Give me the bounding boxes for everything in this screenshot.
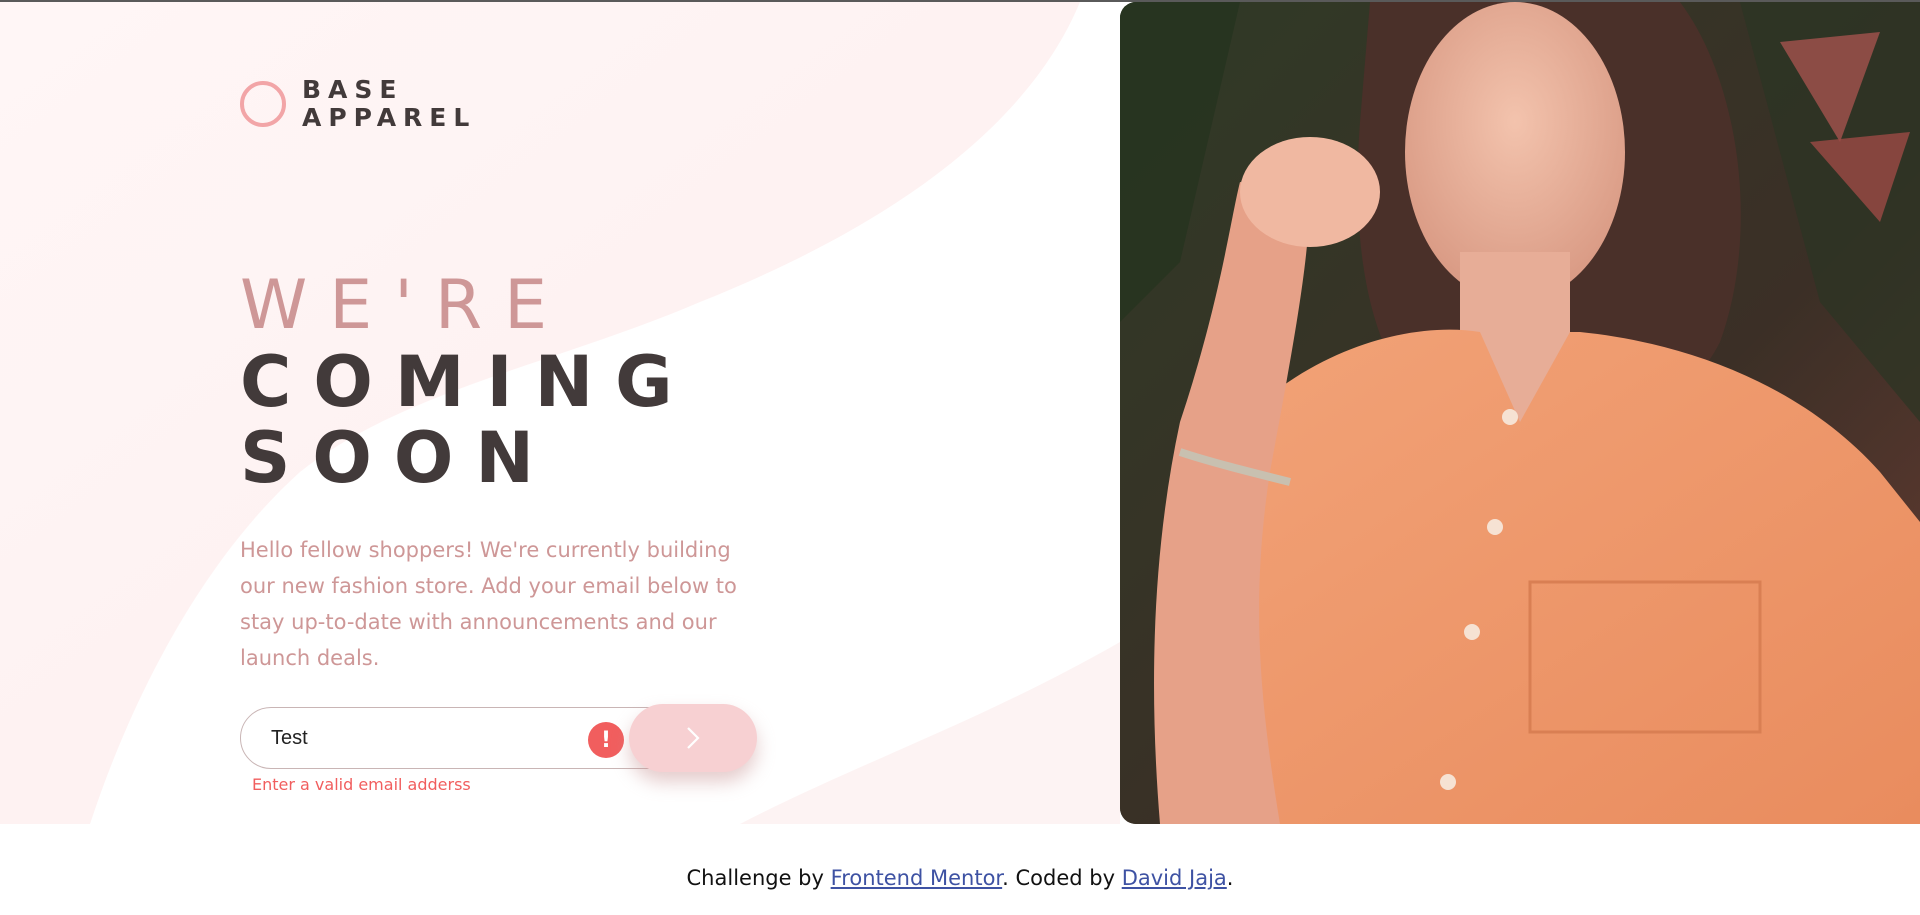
subscribe-form: ! <box>240 704 758 772</box>
brand-logo[interactable]: BASE APPAREL <box>240 76 476 132</box>
frontend-mentor-link[interactable]: Frontend Mentor <box>831 866 1003 890</box>
email-error-message: Enter a valid email adderss <box>252 775 471 794</box>
brand-name: BASE APPAREL <box>302 76 476 132</box>
ring-icon <box>240 81 286 127</box>
headline-dark-1: COMING <box>240 341 695 423</box>
headline-light: WE'RE <box>240 266 570 345</box>
page-title: WE'RE COMING SOON <box>240 266 695 499</box>
footer-attribution: Challenge by Frontend Mentor. Coded by D… <box>0 866 1920 890</box>
brand-line-1: BASE <box>302 75 404 104</box>
submit-button[interactable] <box>629 704 757 772</box>
footer-challenge-prefix: Challenge by <box>686 866 824 890</box>
footer-coded-prefix: . Coded by <box>1002 866 1116 890</box>
intro-text: Hello fellow shoppers! We're currently b… <box>240 538 737 670</box>
error-icon: ! <box>588 722 624 758</box>
chevron-right-icon <box>687 727 700 749</box>
headline-dark-2: SOON <box>240 417 557 499</box>
hero-section: BASE APPAREL WE'RE COMING SOON Hello fel… <box>0 2 1920 824</box>
author-link[interactable]: David Jaja <box>1122 866 1227 890</box>
hero-image <box>1120 2 1920 824</box>
hero-photo <box>1120 2 1920 824</box>
footer-suffix: . <box>1226 866 1234 890</box>
brand-line-2: APPAREL <box>302 103 477 132</box>
